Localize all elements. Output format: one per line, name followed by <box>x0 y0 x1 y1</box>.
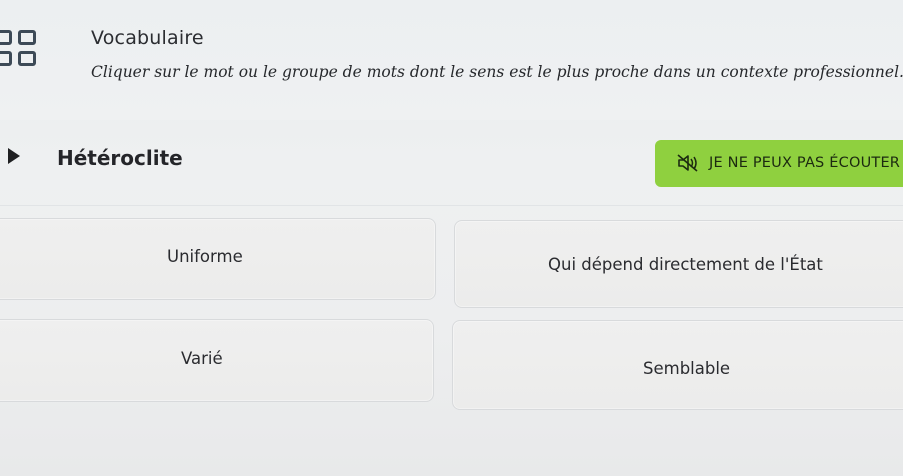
answer-option-label: Uniforme <box>167 247 243 266</box>
cannot-listen-button[interactable]: JE NE PEUX PAS ÉCOUTER <box>655 140 903 187</box>
answer-option-label: Semblable <box>643 359 731 378</box>
exercise-title: Vocabulaire <box>91 27 204 49</box>
answer-option-label: Qui dépend directement de l'État <box>548 255 823 274</box>
exercise-header <box>0 0 903 120</box>
answer-option-label: Varié <box>181 349 223 368</box>
answer-option-uniforme[interactable]: Uniforme <box>0 218 436 300</box>
speaker-muted-icon <box>677 154 698 172</box>
cannot-listen-label: JE NE PEUX PAS ÉCOUTER <box>709 155 901 171</box>
answer-option-semblable[interactable]: Semblable <box>452 320 903 410</box>
grid-icon <box>0 30 46 74</box>
question-word: Hétéroclite <box>57 146 183 170</box>
exercise-instruction: Cliquer sur le mot ou le groupe de mots … <box>91 63 903 81</box>
divider <box>0 205 903 206</box>
answer-option-qui-depend-etat[interactable]: Qui dépend directement de l'État <box>454 220 903 308</box>
answer-option-varie[interactable]: Varié <box>0 319 434 402</box>
play-icon[interactable] <box>8 148 20 164</box>
